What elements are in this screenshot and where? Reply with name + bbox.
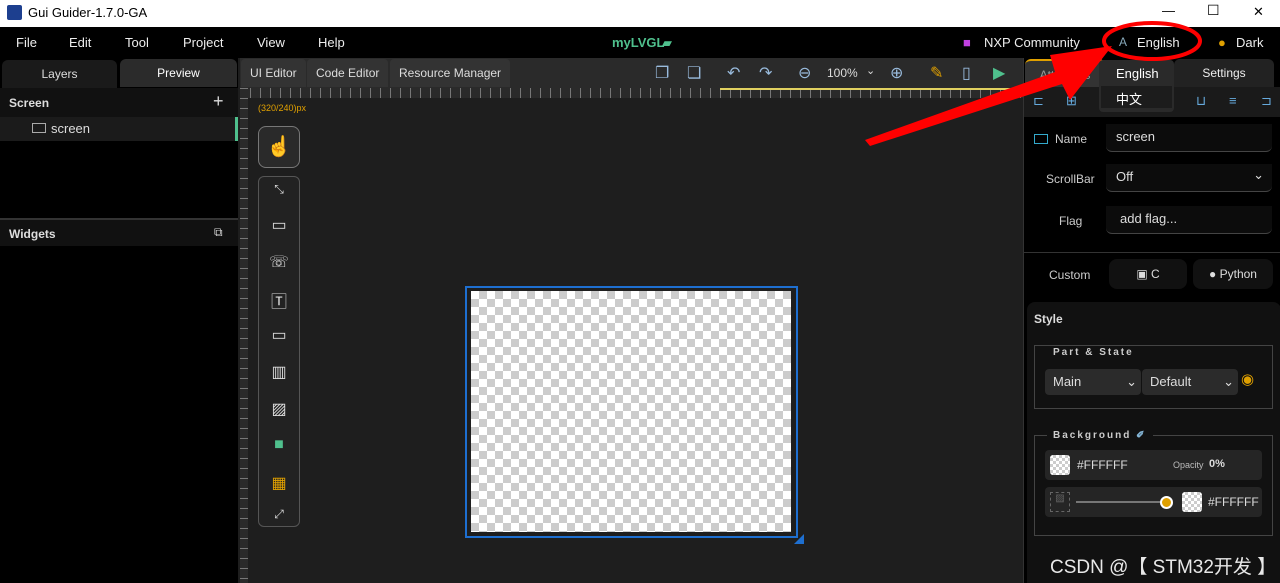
annotation-overlay xyxy=(865,21,1202,146)
annotation-arrow xyxy=(865,46,1112,146)
annotation-circle xyxy=(1102,21,1202,61)
watermark: CSDN @【 STM32开发 】 xyxy=(1050,557,1277,578)
